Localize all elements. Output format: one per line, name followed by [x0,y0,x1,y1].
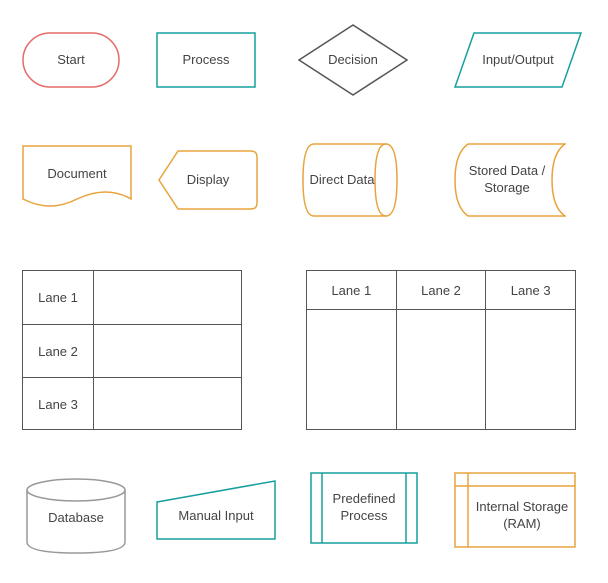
start-shape [22,32,120,88]
swimlane-v-lane-3: Lane 3 [486,271,575,309]
display-shape [158,150,258,210]
stored-data-shape [454,143,566,217]
predefined-process-shape [310,472,418,544]
swimlane-h-lane-2: Lane 2 [23,325,94,377]
process-shape [156,32,256,88]
swimlane-v-lane-2: Lane 2 [397,271,487,309]
manual-input-shape [156,480,276,540]
decision-shape [298,24,408,96]
direct-data-shape [302,143,398,217]
swimlane-h-lane-3: Lane 3 [23,378,94,430]
swimlane-horizontal: Lane 1 Lane 2 Lane 3 [22,270,242,430]
swimlane-h-lane-1: Lane 1 [23,271,94,324]
flowchart-shape-palette: Start Process Decision Input/Output Docu… [0,0,608,583]
internal-storage-shape [454,472,576,548]
io-shape [454,32,582,88]
swimlane-vertical: Lane 1 Lane 2 Lane 3 [306,270,576,430]
document-shape [22,145,132,215]
swimlane-v-lane-1: Lane 1 [307,271,397,309]
database-shape [26,478,126,554]
